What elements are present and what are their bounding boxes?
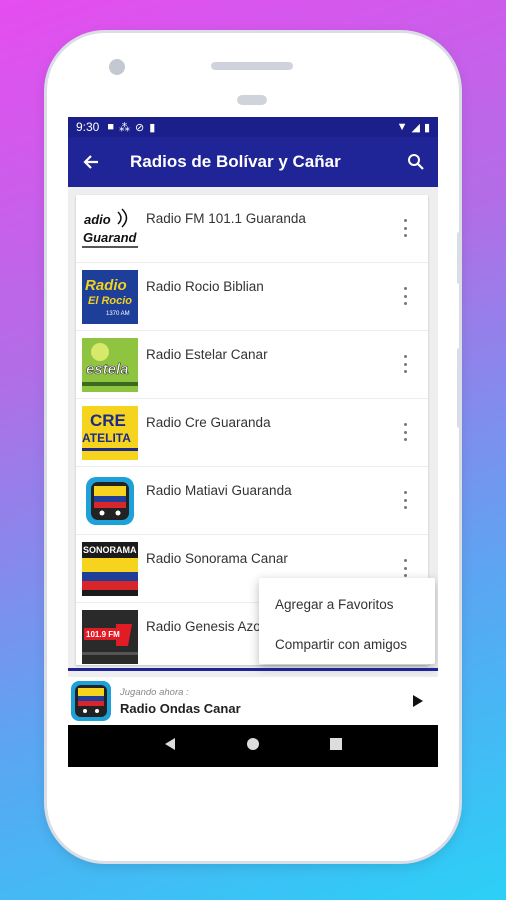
svg-text:ATELITA: ATELITA <box>82 431 131 445</box>
station-name: Radio Cre Guaranda <box>146 415 271 430</box>
svg-text:estela: estela <box>86 361 129 378</box>
page-title: Radios de Bolívar y Cañar <box>130 152 341 171</box>
more-vert-icon[interactable] <box>402 355 408 373</box>
svg-text:CRE: CRE <box>90 411 126 430</box>
svg-text:1370 AM: 1370 AM <box>106 311 130 317</box>
station-row[interactable]: Radio Matiavi Guaranda <box>76 467 428 535</box>
sd-card-icon: ▮ <box>149 121 156 134</box>
volume-button <box>457 232 462 284</box>
wifi-icon: ▼ <box>396 121 408 133</box>
status-bar: 9:30 ■ ⁂ ⊘ ▮ ▼ ◢ ▮ <box>68 117 438 137</box>
svg-text:101.9 FM: 101.9 FM <box>86 630 120 639</box>
earpiece-speaker <box>211 62 293 70</box>
station-logo: SONORAMA <box>82 542 138 596</box>
more-vert-icon[interactable] <box>402 491 408 509</box>
share-menu-item[interactable]: Compartir con amigos <box>259 624 435 664</box>
svg-text:Radio: Radio <box>85 277 127 294</box>
station-logo: 101.9 FM <box>82 610 138 664</box>
station-row[interactable]: CRE ATELITA Radio Cre Guaranda <box>76 399 428 467</box>
overflow-menu: Agregar a Favoritos Compartir con amigos <box>259 578 435 664</box>
svg-text:El Rocio: El Rocio <box>88 295 132 307</box>
station-logo: Radio El Rocio 1370 AM <box>82 270 138 324</box>
status-time: 9:30 <box>76 120 100 134</box>
station-name: Radio Matiavi Guaranda <box>146 483 292 498</box>
now-playing-bar[interactable]: Jugando ahora : Radio Ondas Canar <box>68 677 438 725</box>
station-logo: estela <box>82 338 138 392</box>
list-divider <box>68 668 438 671</box>
now-playing-label: Jugando ahora : <box>120 686 189 698</box>
search-icon[interactable] <box>406 152 426 172</box>
now-playing-logo <box>70 680 112 722</box>
station-name: Radio Estelar Canar <box>146 347 268 362</box>
station-name: Radio FM 101.1 Guaranda <box>146 211 306 226</box>
station-name: Radio Rocio Biblian <box>146 279 264 294</box>
play-icon[interactable] <box>410 694 424 708</box>
back-arrow-icon[interactable] <box>80 151 102 173</box>
network-icon: ⁂ <box>119 121 131 134</box>
station-row[interactable]: Radio El Rocio 1370 AM Radio Rocio Bibli… <box>76 263 428 331</box>
station-logo <box>82 474 138 528</box>
app-bar: Radios de Bolívar y Cañar <box>68 137 438 187</box>
nav-recents-icon[interactable] <box>329 737 343 756</box>
svg-text:Guarand: Guarand <box>83 230 138 245</box>
station-logo: CRE ATELITA <box>82 406 138 460</box>
more-vert-icon[interactable] <box>402 219 408 237</box>
nav-home-icon[interactable] <box>246 737 260 756</box>
more-vert-icon[interactable] <box>402 559 408 577</box>
station-logo: adio Guarand <box>82 202 138 256</box>
system-nav-bar <box>68 725 438 767</box>
station-name: Radio Sonorama Canar <box>146 551 288 566</box>
notification-square-icon: ■ <box>107 121 115 133</box>
add-favorites-menu-item[interactable]: Agregar a Favoritos <box>259 584 435 624</box>
signal-icon: ◢ <box>411 121 420 134</box>
proximity-sensor <box>237 95 267 105</box>
more-vert-icon[interactable] <box>402 287 408 305</box>
block-icon: ⊘ <box>135 121 145 134</box>
svg-text:SONORAMA: SONORAMA <box>83 545 137 555</box>
battery-icon: ▮ <box>423 121 430 134</box>
app-screen: 9:30 ■ ⁂ ⊘ ▮ ▼ ◢ ▮ Radios de Bolívar y C… <box>68 117 438 767</box>
front-camera <box>109 59 125 75</box>
nav-back-icon[interactable] <box>163 737 177 756</box>
svg-text:adio: adio <box>84 212 111 227</box>
station-row[interactable]: adio Guarand Radio FM 101.1 Guaranda <box>76 195 428 263</box>
now-playing-station: Radio Ondas Canar <box>120 700 241 716</box>
power-button <box>457 348 462 428</box>
more-vert-icon[interactable] <box>402 423 408 441</box>
station-row[interactable]: estela Radio Estelar Canar <box>76 331 428 399</box>
